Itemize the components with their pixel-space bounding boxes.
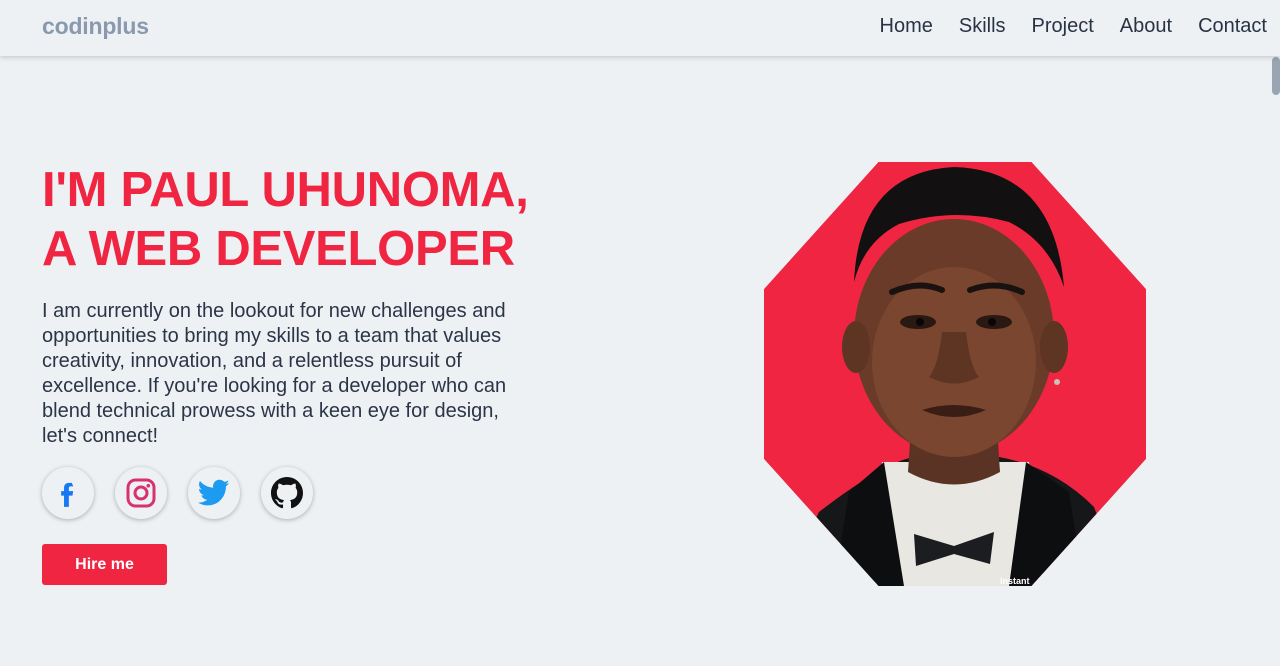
portrait-illustration	[764, 162, 1146, 586]
hero-title-line-1: I'M PAUL UHUNOMA,	[42, 163, 529, 217]
github-icon	[271, 477, 303, 509]
portrait-watermark: instant	[1000, 576, 1030, 586]
nav-about[interactable]: About	[1120, 14, 1172, 38]
instagram-icon	[126, 478, 156, 508]
hero-title: I'M PAUL UHUNOMA, A WEB DEVELOPER	[42, 161, 602, 279]
hire-me-button[interactable]: Hire me	[42, 544, 167, 585]
twitter-link[interactable]	[188, 467, 240, 519]
profile-portrait: instant	[764, 162, 1146, 586]
github-link[interactable]	[261, 467, 313, 519]
facebook-link[interactable]	[42, 467, 94, 519]
facebook-icon	[61, 482, 74, 507]
hero-description: I am currently on the lookout for new ch…	[42, 300, 507, 447]
site-logo[interactable]: codinplus	[42, 13, 149, 40]
main-nav: Home Skills Project About Contact	[880, 14, 1267, 38]
hero-title-line-2: A WEB DEVELOPER	[42, 222, 515, 276]
nav-home[interactable]: Home	[880, 14, 933, 38]
instagram-link[interactable]	[115, 467, 167, 519]
nav-skills[interactable]: Skills	[959, 14, 1006, 38]
nav-project[interactable]: Project	[1032, 14, 1094, 38]
nav-contact[interactable]: Contact	[1198, 14, 1267, 38]
social-links	[42, 467, 313, 519]
scrollbar-thumb[interactable]	[1272, 57, 1280, 95]
twitter-icon	[198, 479, 230, 506]
site-header: codinplus Home Skills Project About Cont…	[0, 0, 1280, 56]
